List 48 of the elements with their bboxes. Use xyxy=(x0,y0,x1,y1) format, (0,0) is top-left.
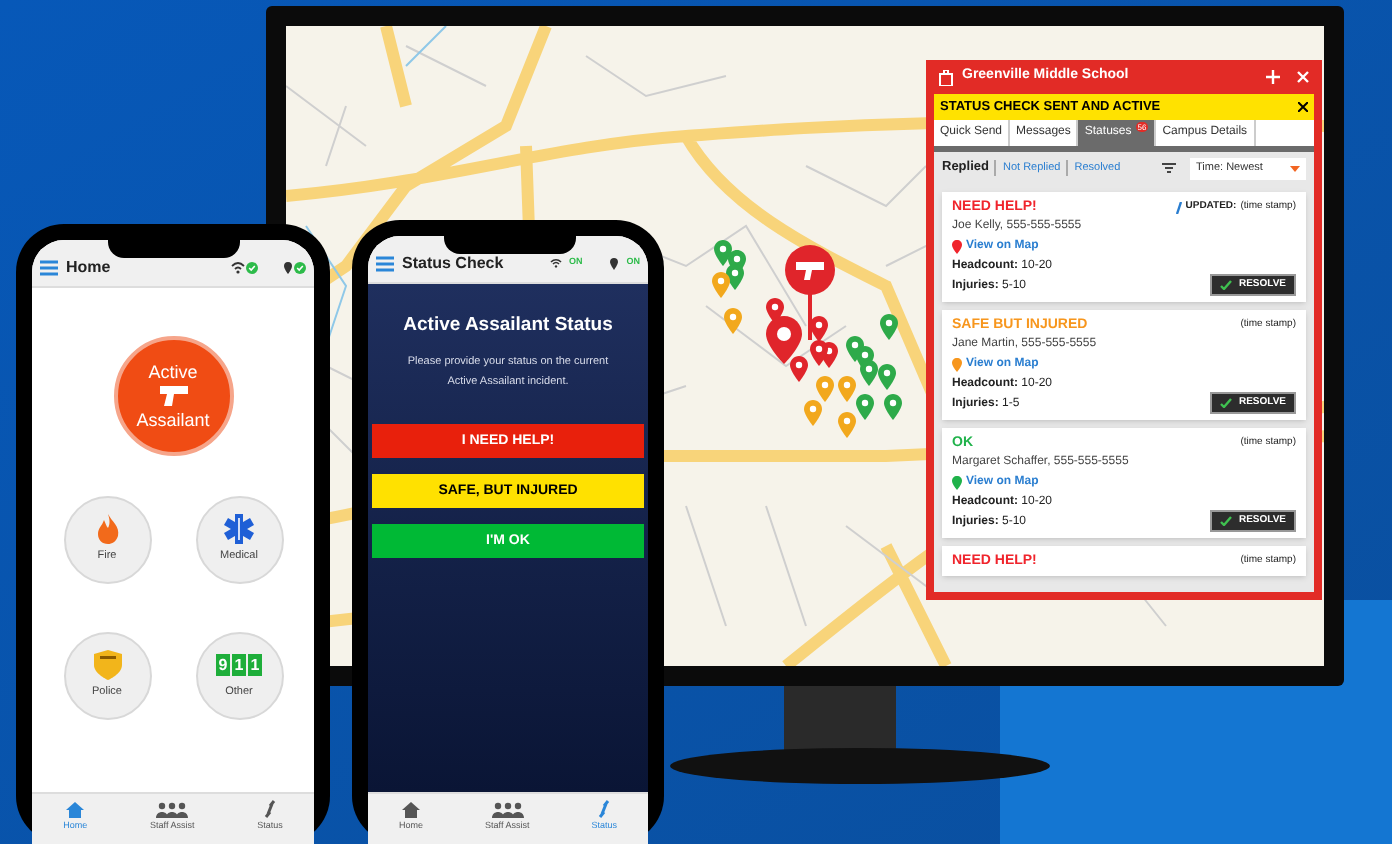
gun-pin-icon xyxy=(784,244,836,340)
map-pin-icon[interactable] xyxy=(860,360,878,386)
screen-title: Status Check xyxy=(402,251,506,275)
people-icon xyxy=(156,801,189,818)
map-pin-icon[interactable] xyxy=(838,412,856,438)
filter-icon[interactable] xyxy=(1162,162,1176,174)
map-pin-icon[interactable] xyxy=(790,356,808,382)
menu-icon[interactable] xyxy=(376,255,394,271)
home-icon xyxy=(402,801,420,818)
map-pin-icon[interactable] xyxy=(804,400,822,426)
checkmark-icon xyxy=(1220,280,1233,290)
checkmark-icon xyxy=(1220,516,1233,526)
flame-icon xyxy=(95,514,119,545)
map-pin-icon[interactable] xyxy=(856,394,874,420)
phone-notch xyxy=(108,240,240,258)
phone-notch xyxy=(444,236,576,254)
digit-tile: 9 xyxy=(216,654,230,677)
active-assailant-button[interactable]: Active Assailant xyxy=(113,336,233,456)
map-pin-icon[interactable] xyxy=(724,308,742,334)
wifi-icon xyxy=(549,258,561,268)
digit-tile: 1 xyxy=(232,654,246,677)
menu-icon[interactable] xyxy=(40,259,58,275)
map-pin-icon[interactable] xyxy=(712,272,730,298)
plus-icon[interactable] xyxy=(1266,70,1280,84)
close-icon[interactable] xyxy=(1298,102,1308,112)
caret-icon xyxy=(1290,165,1300,171)
shield-icon xyxy=(93,650,121,681)
map-pin-icon[interactable] xyxy=(810,316,828,342)
location-pin-icon xyxy=(952,358,962,372)
people-icon xyxy=(491,801,524,818)
map-pin-icon[interactable] xyxy=(880,314,898,340)
screen-title: Home xyxy=(66,255,113,279)
home-icon xyxy=(66,801,85,818)
location-pin-icon xyxy=(952,240,962,254)
map-pin-icon[interactable] xyxy=(838,376,856,402)
heading: Active Assailant Status xyxy=(403,312,613,340)
location-pin-icon xyxy=(952,476,962,490)
gun-icon xyxy=(159,386,187,406)
digit-tile: 1 xyxy=(248,654,262,677)
map-pin-icon[interactable] xyxy=(810,340,828,366)
location-icon xyxy=(278,259,306,275)
checkmark-icon xyxy=(1220,398,1233,408)
map-pin-icon[interactable] xyxy=(884,394,902,420)
location-icon xyxy=(610,257,619,269)
map-pin-icon[interactable] xyxy=(816,376,834,402)
wifi-icon xyxy=(230,259,258,275)
star-of-life-icon xyxy=(224,514,254,545)
map-pin-icon[interactable] xyxy=(878,364,896,390)
